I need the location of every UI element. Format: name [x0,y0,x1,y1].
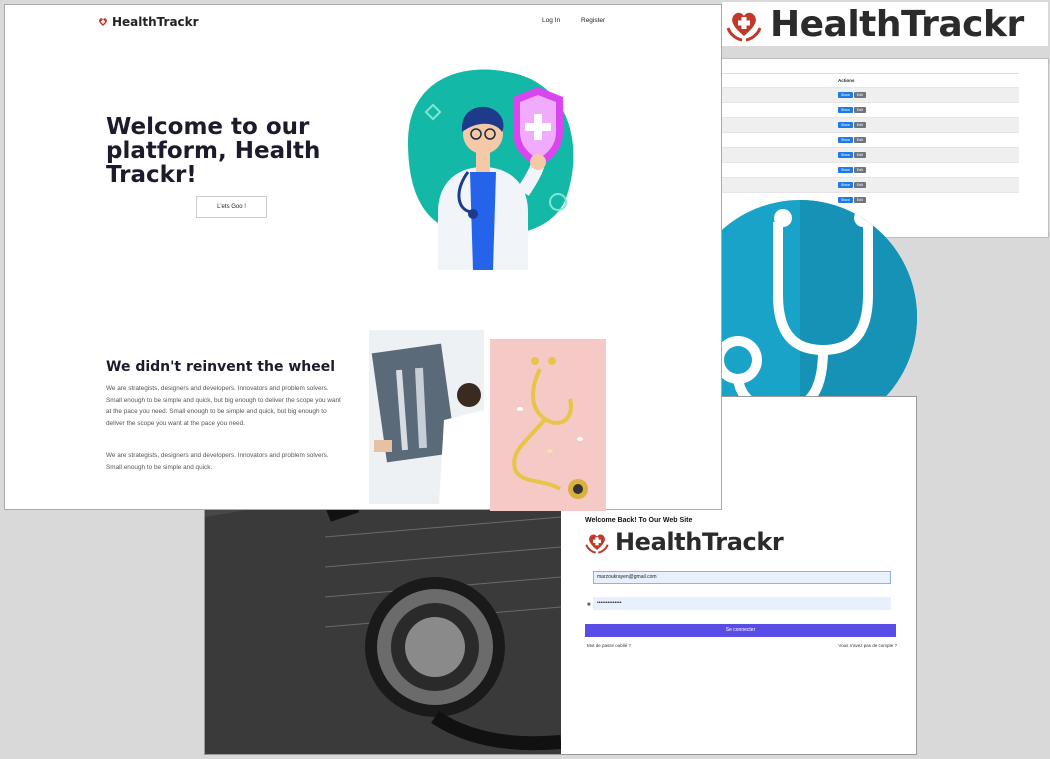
edit-button[interactable]: Edit [853,107,866,113]
show-button[interactable]: Show [838,182,853,188]
stethoscope-pills-photo [490,339,606,511]
col-actions: Actions [838,73,1019,88]
intro-paragraph-1: We are strategists, designers and develo… [106,385,341,427]
email-field[interactable]: marzoukrayen@gmail.com [593,571,891,584]
intro-paragraph-2: We are strategists, designers and develo… [106,452,329,471]
brand-wordmark: HealthTrackr [615,528,784,556]
show-button[interactable]: Show [838,152,853,158]
nav-login-link[interactable]: Log In [542,17,560,24]
cell-actions: Show Edit [838,192,1019,208]
login-submit-button[interactable]: Se connecter [585,624,896,637]
show-button[interactable]: Show [838,92,853,98]
doctor-illustration [408,69,574,270]
edit-button[interactable]: Edit [853,122,866,128]
brand-wordmark: HealthTrackr [112,15,199,29]
nav-logo[interactable]: HealthTrackr [97,15,199,29]
show-button[interactable]: Show [838,197,853,204]
hero-title: Welcome to our platform, Health Trackr! [106,114,321,188]
edit-button[interactable]: Edit [853,197,866,204]
cell-actions: Show Edit [838,147,1019,163]
cell-actions: Show Edit [838,132,1019,148]
show-button[interactable]: Show [838,107,853,113]
lock-icon: ■ [587,602,591,608]
forgot-password-link[interactable]: Mot de passe oublié ? [587,643,631,648]
section-title: We didn't reinvent the wheel [106,359,336,375]
lets-go-button[interactable]: L'ets Goo ! [196,196,267,218]
edit-button[interactable]: Edit [853,182,866,188]
cell-actions: Show Edit [838,177,1019,193]
login-logo: HealthTrackr [585,528,897,556]
big-logo-banner: HealthTrackr [722,2,1048,46]
xray-doctor-photo [369,330,484,504]
cell-actions: Show Edit [838,117,1019,133]
cell-actions: Show Edit [838,87,1019,103]
login-welcome-text: Welcome Back! To Our Web Site [585,517,693,524]
edit-button[interactable]: Edit [853,92,866,98]
heart-hands-icon [99,18,107,26]
show-button[interactable]: Show [838,167,853,173]
landing-page: HealthTrackr Log In Register Welcome to … [4,4,722,511]
login-form: Welcome Back! To Our Web Site HealthTrac… [585,517,897,648]
edit-button[interactable]: Edit [853,152,866,158]
no-account-link[interactable]: Vous n'avez pas de compte ? [838,643,897,648]
cell-actions: Show Edit [838,162,1019,178]
brand-wordmark: HealthTrackr [770,3,1024,45]
edit-button[interactable]: Edit [853,167,866,173]
show-button[interactable]: Show [838,137,853,143]
password-field[interactable]: ■ •••••••••••••• [587,597,891,610]
heart-hands-icon [726,12,762,42]
cell-actions: Show Edit [838,102,1019,118]
show-button[interactable]: Show [838,122,853,128]
nav-register-link[interactable]: Register [581,17,605,24]
password-value: •••••••••••••• [597,600,622,606]
heart-hands-icon [585,534,609,554]
edit-button[interactable]: Edit [853,137,866,143]
